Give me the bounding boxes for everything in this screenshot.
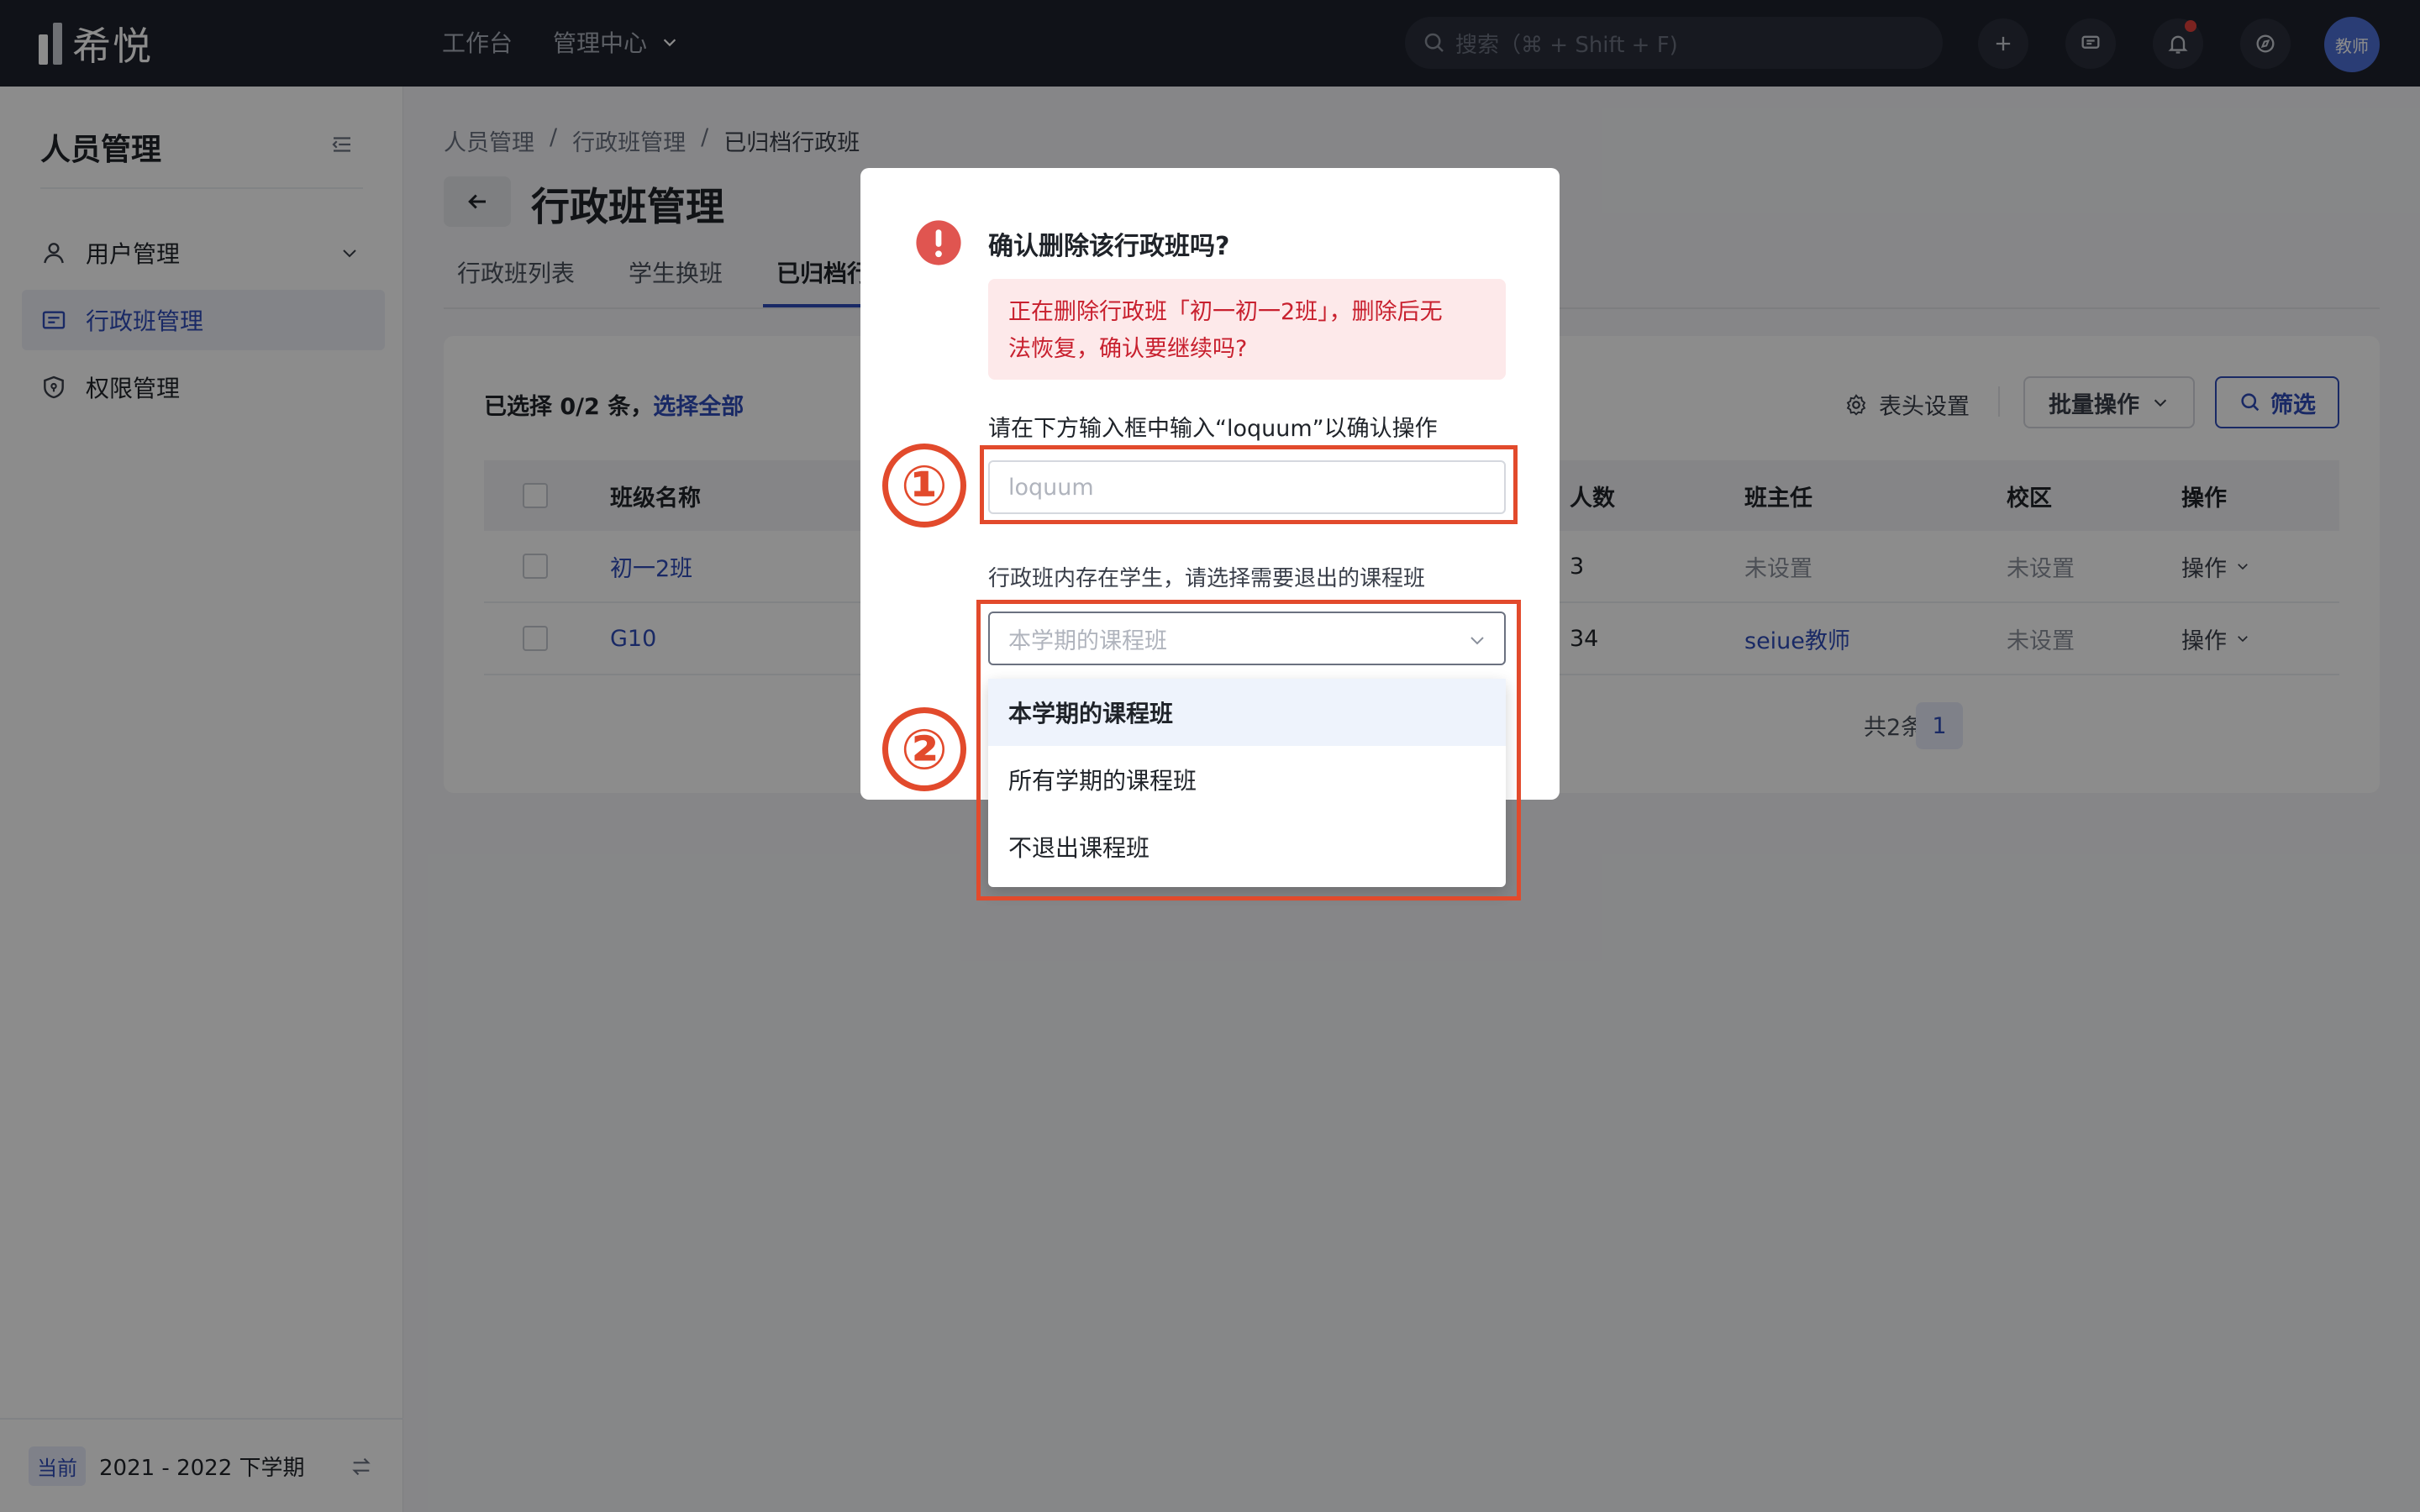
alert-line: 法恢复，确认要继续吗? bbox=[1008, 336, 1248, 362]
delete-warning-alert: 正在删除行政班「初一初一2班」，删除后无 法恢复，确认要继续吗? bbox=[988, 279, 1506, 380]
confirm-input-label: 请在下方输入框中输入“loquum”以确认操作 bbox=[988, 416, 1438, 442]
course-class-select-label: 行政班内存在学生，请选择需要退出的课程班 bbox=[988, 566, 1426, 591]
annotation-number-2: ② bbox=[882, 707, 966, 791]
dialog-title: 确认删除该行政班吗? bbox=[988, 232, 1230, 261]
annotation-box-1 bbox=[980, 445, 1518, 524]
alert-line: 正在删除行政班「初一初一2班」，删除后无 bbox=[1008, 299, 1443, 325]
warning-icon bbox=[916, 220, 961, 265]
annotation-number-1: ① bbox=[882, 444, 966, 528]
annotation-box-2 bbox=[976, 600, 1521, 900]
